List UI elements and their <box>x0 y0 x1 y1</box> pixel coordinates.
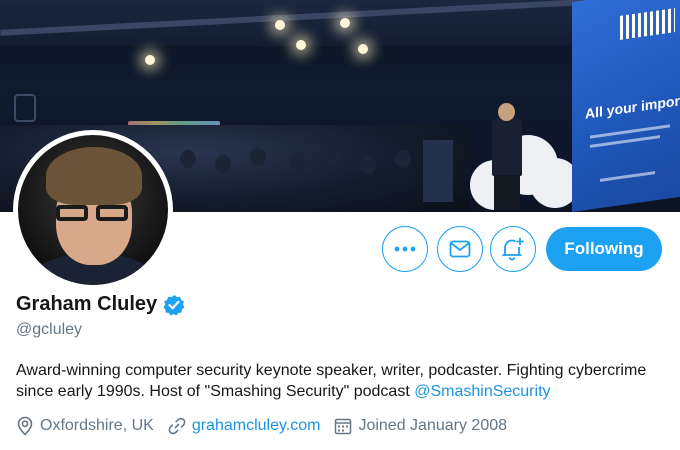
display-name: Graham Cluley <box>16 293 158 315</box>
audience-head <box>395 150 411 168</box>
mention-link[interactable]: @SmashinSecurity <box>414 383 550 400</box>
stage-light <box>145 55 155 65</box>
audience-head <box>290 152 306 170</box>
verified-badge-icon <box>163 294 185 315</box>
following-button[interactable]: Following <box>546 227 662 271</box>
audience-head <box>360 156 376 174</box>
website-link[interactable]: grahamcluley.com <box>192 417 321 435</box>
location-pin-icon <box>17 416 33 436</box>
stage-light <box>296 40 306 50</box>
avatar[interactable] <box>13 130 173 290</box>
speaker-head <box>498 103 515 121</box>
stage-light <box>340 18 350 28</box>
location: Oxfordshire, UK <box>16 416 154 436</box>
podium <box>423 140 453 202</box>
bio: Award-winning computer security keynote … <box>16 360 666 402</box>
stage-light <box>358 44 368 54</box>
logo-sign <box>14 94 36 122</box>
joined-text: Joined January 2008 <box>358 417 508 434</box>
profile-name-row: Graham Cluley <box>16 293 185 316</box>
calendar-icon <box>335 418 352 435</box>
notifications-button[interactable] <box>490 226 536 272</box>
audience-head <box>325 147 341 165</box>
speaker-legs <box>494 175 520 210</box>
website: grahamcluley.com <box>168 417 321 435</box>
link-icon <box>168 417 186 435</box>
profile-meta: Oxfordshire, UK grahamcluley.com Joined … <box>16 416 521 436</box>
speaker <box>492 118 522 176</box>
location-text: Oxfordshire, UK <box>40 417 154 434</box>
cloud-prop <box>470 130 580 210</box>
more-options-button[interactable] <box>382 226 428 272</box>
audience-head <box>180 150 196 168</box>
username: @gcluley <box>16 321 83 338</box>
bio-text: Award-winning computer security keynote … <box>16 362 647 400</box>
message-button[interactable] <box>437 226 483 272</box>
audience-head <box>215 155 231 173</box>
envelope-icon <box>449 240 471 258</box>
stage-light <box>275 20 285 30</box>
avatar-photo <box>18 135 168 285</box>
more-dots-icon <box>394 246 416 252</box>
audience-head <box>250 148 266 166</box>
bell-plus-icon <box>502 237 524 261</box>
join-date: Joined January 2008 <box>334 417 507 435</box>
